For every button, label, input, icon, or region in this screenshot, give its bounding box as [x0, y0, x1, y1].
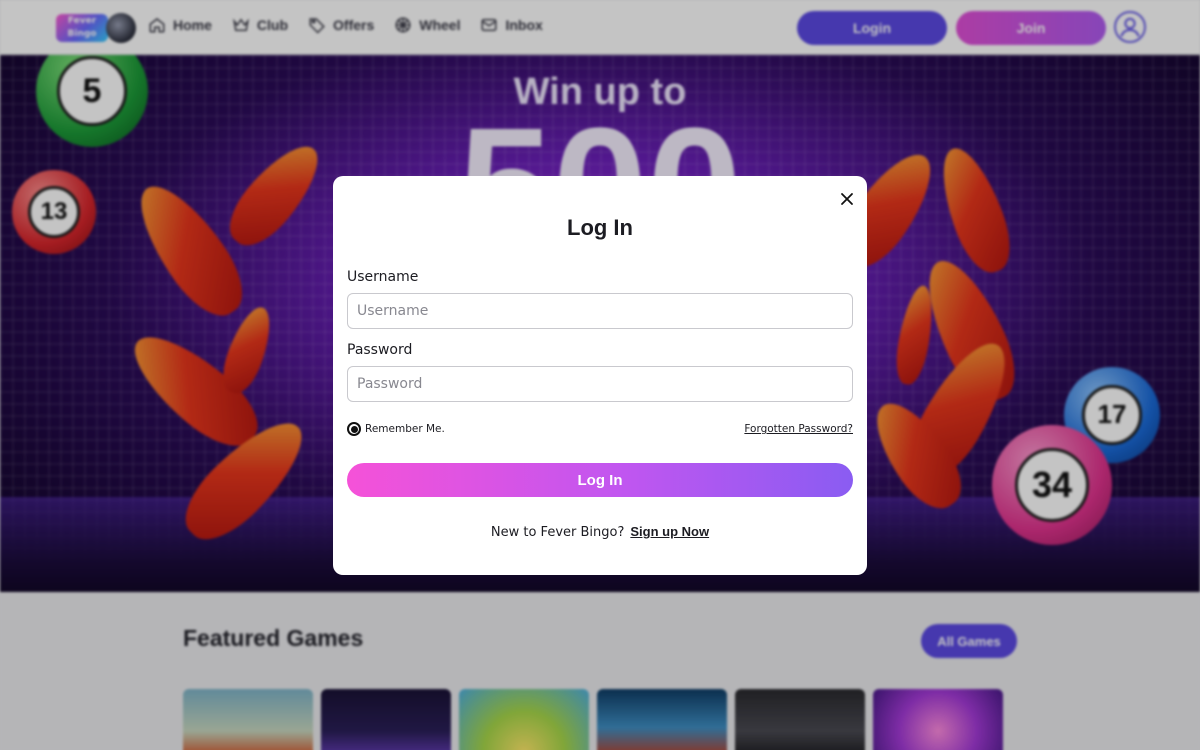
forgotten-password-link[interactable]: Forgotten Password?: [744, 423, 853, 435]
close-button[interactable]: [838, 190, 856, 208]
remember-me-toggle[interactable]: Remember Me.: [347, 422, 445, 436]
close-icon: [841, 193, 853, 205]
signup-prompt-row: New to Fever Bingo? Sign up Now: [333, 524, 867, 540]
signup-link[interactable]: Sign up Now: [630, 524, 709, 539]
password-label: Password: [347, 342, 413, 358]
username-label: Username: [347, 269, 419, 285]
radio-selected-dot: [350, 425, 358, 433]
username-input[interactable]: [347, 293, 853, 329]
login-modal: Log In Username Password Remember Me. Fo…: [333, 176, 867, 575]
login-submit-button[interactable]: Log In: [347, 463, 853, 497]
remember-me-radio[interactable]: [347, 422, 361, 436]
remember-me-label: Remember Me.: [365, 423, 445, 435]
modal-title: Log In: [567, 215, 633, 240]
password-input[interactable]: [347, 366, 853, 402]
signup-prompt-text: New to Fever Bingo?: [490, 525, 625, 540]
